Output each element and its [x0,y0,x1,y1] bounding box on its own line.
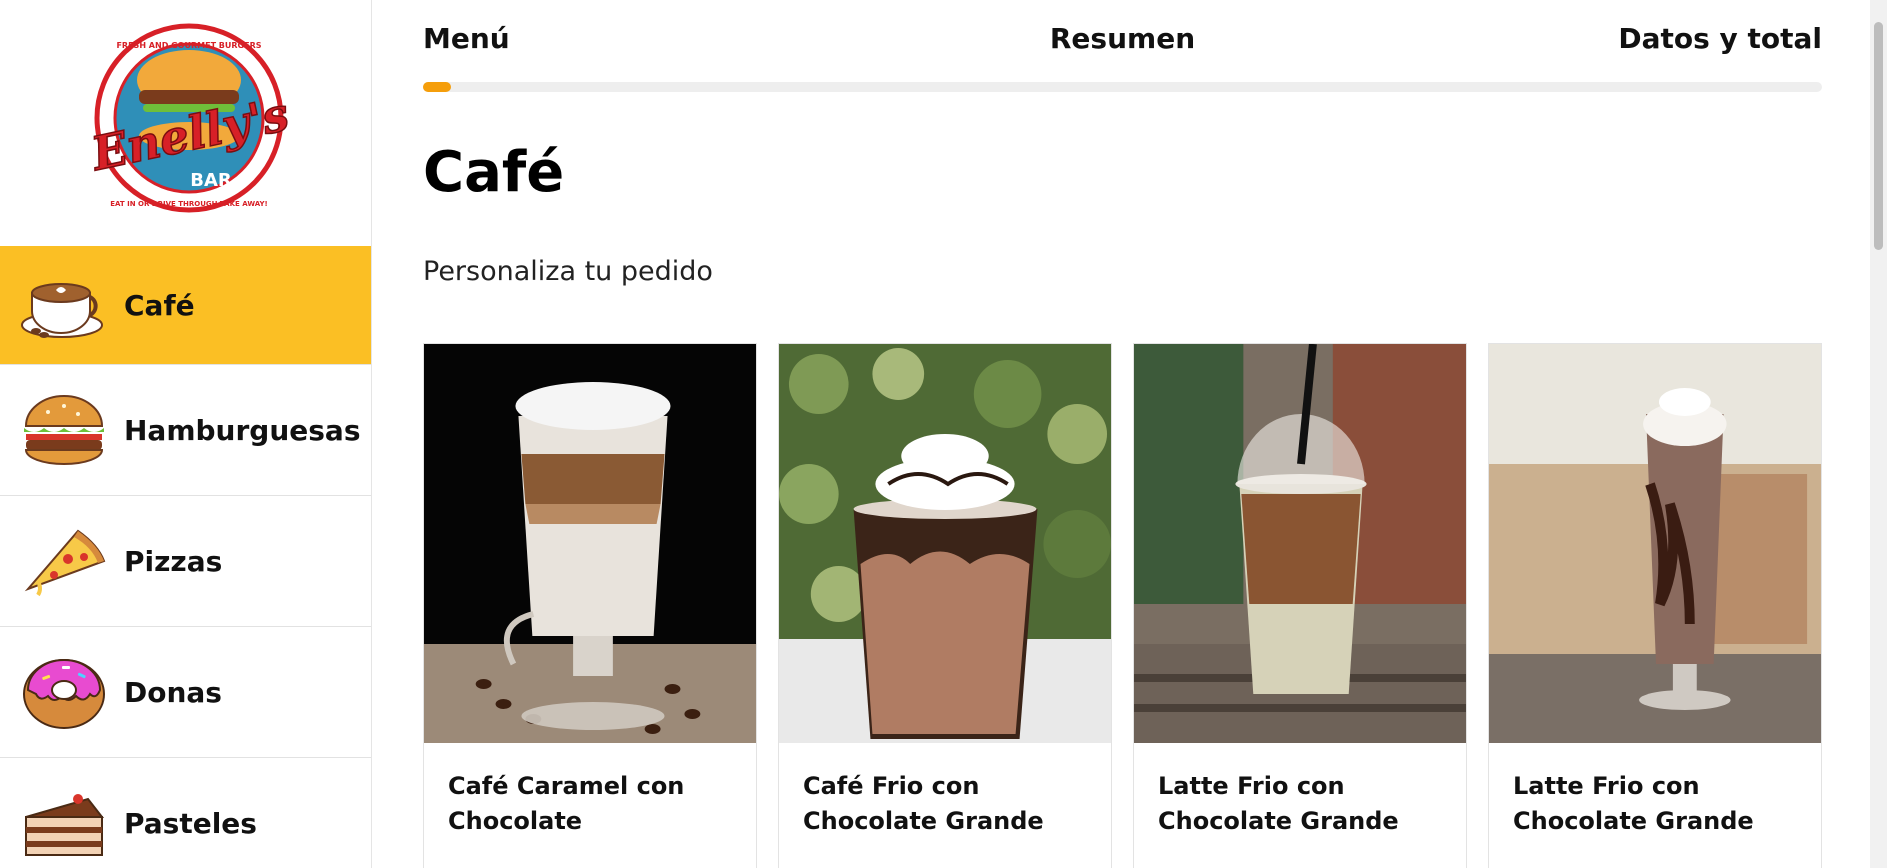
sidebar-item-cafe[interactable]: Café [0,246,371,365]
sidebar-item-label: Hamburguesas [124,413,361,447]
sidebar-item-hamburguesas[interactable]: Hamburguesas [0,365,371,496]
sidebar-item-pasteles[interactable]: Pasteles [0,758,371,868]
pizza-slice-icon [24,529,106,597]
donut-icon [23,659,105,729]
product-name: Café Caramel con Chocolate [448,772,685,835]
step-datos-total[interactable]: Datos y total [1618,22,1822,55]
sidebar-item-pizzas[interactable]: Pizzas [0,496,371,627]
page-scrollbar[interactable] [1870,0,1887,868]
order-steps: Menú Resumen Datos y total [423,0,1822,80]
product-image-chocolate-latte [1489,344,1821,743]
progress-bar-fill [423,82,451,92]
product-card[interactable]: Café Caramel con Chocolate [423,343,757,868]
logo-area: Enelly's BAR FRESH AND GOURMET BURGERS E… [0,0,371,246]
cake-slice-icon [25,794,105,856]
brand-logo[interactable]: Enelly's BAR FRESH AND GOURMET BURGERS E… [61,18,311,228]
product-name: Latte Frio con Chocolate Grande [1158,772,1399,835]
progress-bar [423,82,1822,92]
product-grid: Café Caramel con Chocolate Café Frio con… [423,343,1822,868]
scrollbar-thumb[interactable] [1874,22,1883,250]
sidebar-item-label: Donas [124,675,222,709]
product-image-caramel-coffee [424,344,756,743]
logo-tagline-bottom: EAT IN OR DRIVE THROUGH TAKE AWAY! [110,200,268,208]
sidebar-item-label: Café [124,288,195,322]
product-card[interactable]: Latte Frio con Chocolate Grande [1488,343,1822,868]
page-title: Café [423,140,565,205]
burger-icon [24,395,104,465]
product-image-iced-chocolate-coffee [779,344,1111,743]
sidebar-item-donas[interactable]: Donas [0,627,371,758]
sidebar-item-label: Pasteles [124,806,257,840]
main-content: Menú Resumen Datos y total Café Personal… [423,0,1822,868]
logo-bar-label: BAR [190,170,232,191]
logo-tagline-top: FRESH AND GOURMET BURGERS [116,41,261,50]
coffee-cup-icon [21,283,103,338]
sidebar: Enelly's BAR FRESH AND GOURMET BURGERS E… [0,0,372,868]
product-card[interactable]: Latte Frio con Chocolate Grande [1133,343,1467,868]
product-name: Latte Frio con Chocolate Grande [1513,772,1754,835]
product-image-iced-latte [1134,344,1466,743]
sidebar-item-label: Pizzas [124,544,223,578]
product-name: Café Frio con Chocolate Grande [803,772,1044,835]
page-subtitle: Personaliza tu pedido [423,256,713,287]
step-menu[interactable]: Menú [423,22,510,55]
step-resumen[interactable]: Resumen [1050,22,1195,55]
product-card[interactable]: Café Frio con Chocolate Grande [778,343,1112,868]
